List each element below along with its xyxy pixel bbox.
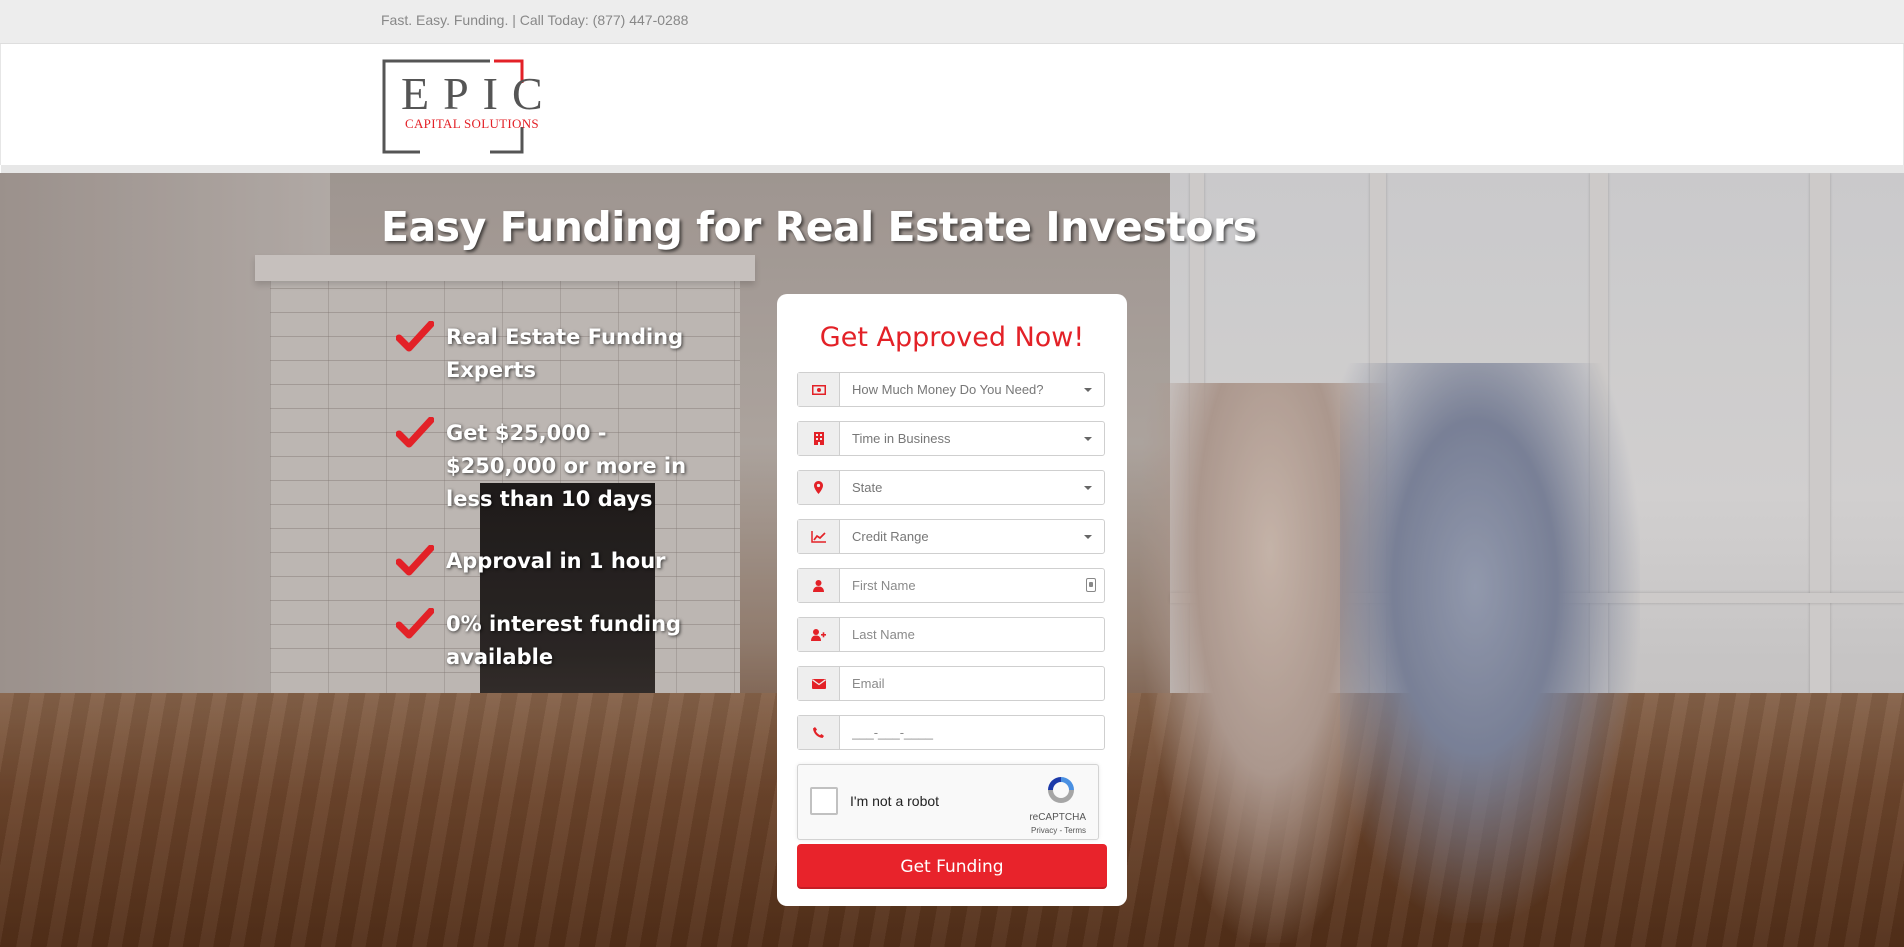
- benefit-item: Get $25,000 - $250,000 or more in less t…: [396, 417, 726, 516]
- logo-subtitle: CAPITAL SOLUTIONS: [405, 116, 539, 131]
- last-name-input[interactable]: [840, 618, 1104, 651]
- recaptcha-logo-icon: [1048, 777, 1074, 803]
- chevron-down-icon: [1084, 388, 1092, 392]
- benefit-item: Approval in 1 hour: [396, 545, 726, 578]
- chevron-down-icon: [1084, 535, 1092, 539]
- check-icon: [396, 608, 434, 639]
- email-field[interactable]: [797, 666, 1105, 701]
- hero-title: Easy Funding for Real Estate Investors: [381, 203, 1257, 251]
- form-title: Get Approved Now!: [819, 322, 1085, 353]
- first-name-input[interactable]: [840, 569, 1104, 602]
- recaptcha-checkbox[interactable]: [810, 787, 838, 815]
- benefit-item: Real Estate Funding Experts: [396, 321, 726, 387]
- benefit-text: 0% interest funding available: [446, 612, 682, 669]
- recaptcha-terms-link[interactable]: Privacy - Terms: [1031, 826, 1086, 835]
- top-bar: Fast. Easy. Funding. | Call Today: (877)…: [0, 0, 1904, 44]
- top-bar-tagline: Fast. Easy. Funding. | Call Today: (877)…: [381, 12, 689, 28]
- benefit-text: Approval in 1 hour: [446, 549, 666, 573]
- check-icon: [396, 417, 434, 448]
- amount-select[interactable]: How Much Money Do You Need?: [797, 372, 1105, 407]
- phone-field[interactable]: [797, 715, 1105, 750]
- envelope-icon: [798, 667, 840, 700]
- user-plus-icon: [798, 618, 840, 651]
- user-icon: [798, 569, 840, 602]
- time-in-business-value[interactable]: Time in Business: [840, 422, 1104, 455]
- phone-input[interactable]: [840, 716, 1104, 749]
- credit-range-select[interactable]: Credit Range: [797, 519, 1105, 554]
- last-name-field[interactable]: [797, 617, 1105, 652]
- time-in-business-select[interactable]: Time in Business: [797, 421, 1105, 456]
- building-icon: [798, 422, 840, 455]
- credit-range-value[interactable]: Credit Range: [840, 520, 1104, 553]
- benefit-item: 0% interest funding available: [396, 608, 726, 674]
- line-chart-icon: [798, 520, 840, 553]
- benefit-text: Real Estate Funding Experts: [446, 325, 684, 382]
- map-pin-icon: [798, 471, 840, 504]
- epic-capital-logo[interactable]: EPIC CAPITAL SOLUTIONS: [382, 59, 552, 154]
- first-name-field[interactable]: [797, 568, 1105, 603]
- approval-form-card: Get Approved Now! How Much Money Do You …: [777, 294, 1127, 906]
- phone-icon: [798, 716, 840, 749]
- money-icon: [798, 373, 840, 406]
- benefits-list: Real Estate Funding Experts Get $25,000 …: [396, 321, 726, 674]
- state-select-value[interactable]: State: [840, 471, 1104, 504]
- id-card-icon: [1086, 578, 1096, 592]
- check-icon: [396, 321, 434, 352]
- state-select[interactable]: State: [797, 470, 1105, 505]
- recaptcha-widget: I'm not a robot reCAPTCHA Privacy - Term…: [797, 764, 1099, 840]
- header-divider: [1, 165, 1904, 173]
- chevron-down-icon: [1084, 486, 1092, 490]
- site-header: EPIC CAPITAL SOLUTIONS: [0, 44, 1904, 173]
- get-funding-button[interactable]: Get Funding: [797, 844, 1107, 889]
- logo-wordmark: EPIC: [401, 68, 557, 119]
- chevron-down-icon: [1084, 437, 1092, 441]
- recaptcha-label: I'm not a robot: [850, 793, 940, 809]
- email-input[interactable]: [840, 667, 1104, 700]
- check-icon: [396, 545, 434, 576]
- benefit-text: Get $25,000 - $250,000 or more in less t…: [446, 421, 687, 511]
- amount-select-value[interactable]: How Much Money Do You Need?: [840, 373, 1104, 406]
- recaptcha-brand: reCAPTCHA: [1029, 812, 1086, 823]
